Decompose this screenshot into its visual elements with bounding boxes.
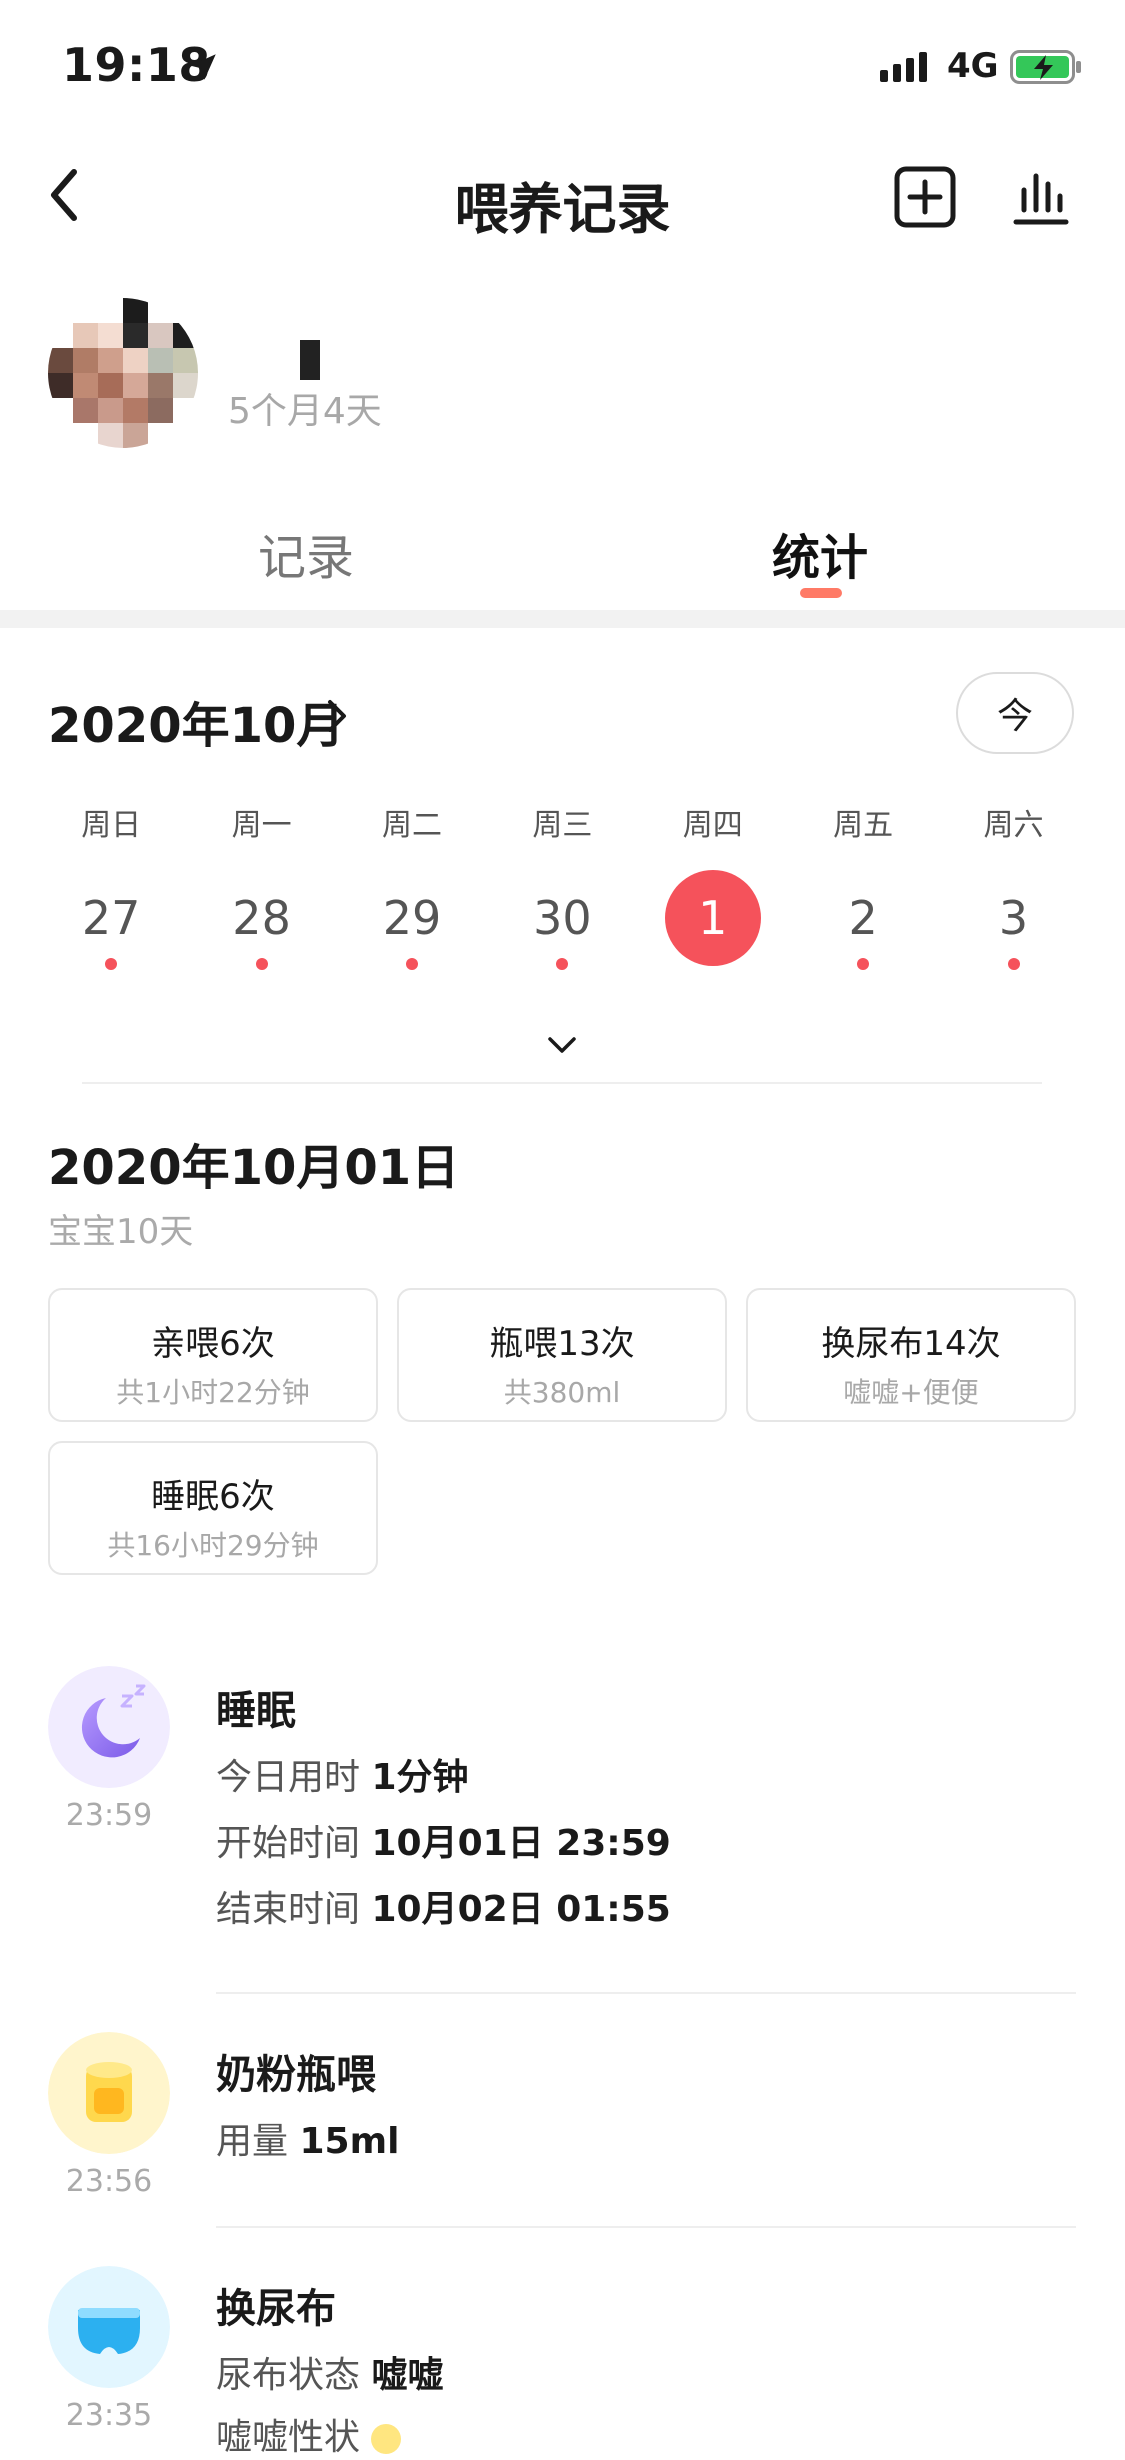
calendar-day[interactable]: 27 [36,870,186,980]
timeline-detail: 嘘嘘性状 [216,2408,402,2460]
baby-age-on-date: 宝宝10天 [48,1212,194,1252]
timeline-detail: 今日用时 1分钟 [216,1748,469,1800]
tab-record[interactable]: 记录 [156,518,456,588]
detail-label: 结束时间 [216,1889,361,1930]
record-dot [857,958,870,970]
detail-value: 10月01日 23:59 [371,1823,671,1864]
day-number: 30 [533,891,592,945]
calendar-day[interactable]: 30 [487,870,637,980]
pee-color-swatch [371,2424,402,2454]
network-type: 4G [947,46,999,86]
selected-date: 2020年10月01日 [48,1140,460,1196]
summary-card-sub: 共16小时29分钟 [107,1529,319,1562]
page-title: 喂养记录 [454,178,671,241]
baby-avatar[interactable] [48,298,198,448]
baby-name-redacted [300,340,320,380]
calendar-day-selected[interactable]: 1 [638,870,788,980]
calendar-week: 27 28 29 30 1 2 3 [36,870,1089,980]
weekday-label: 周五 [833,808,894,843]
day-number: 27 [81,891,141,945]
day-number: 1 [664,870,761,966]
record-dot [405,958,418,970]
day-number: 28 [232,891,291,945]
timeline-title: 睡眠 [216,1688,296,1734]
today-button[interactable]: 今 [956,672,1074,754]
chevron-right-icon[interactable] [322,696,352,736]
weekday-label: 周日 [81,808,142,843]
detail-label: 尿布状态 [216,2355,361,2396]
summary-card-diaper[interactable]: 换尿布14次 嘘嘘+便便 [746,1288,1076,1422]
calendar-day[interactable]: 2 [788,870,938,980]
weekday-label: 周六 [983,808,1044,843]
tab-statistics[interactable]: 统计 [670,518,970,588]
moon-sleep-icon [48,1666,170,1788]
detail-label: 开始时间 [216,1823,361,1864]
calendar-day[interactable]: 29 [337,870,487,980]
location-arrow-icon [190,54,216,80]
section-divider [0,610,1125,628]
summary-card-sleep[interactable]: 睡眠6次 共16小时29分钟 [48,1441,378,1575]
summary-card-title: 睡眠6次 [151,1477,275,1517]
timeline-detail: 结束时间 10月02日 01:55 [216,1880,671,1932]
day-number: 29 [382,891,442,945]
baby-age: 5个月4天 [228,391,382,432]
summary-card-sub: 共1小时22分钟 [116,1376,310,1409]
active-tab-indicator [800,588,842,598]
divider [216,2226,1076,2228]
timeline-detail: 开始时间 10月01日 23:59 [216,1814,671,1866]
divider [216,1992,1076,1994]
detail-label: 用量 [216,2121,289,2162]
divider [82,1082,1042,1084]
timeline-detail: 用量 15ml [216,2112,399,2164]
detail-label: 今日用时 [216,1757,361,1798]
timeline-title: 奶粉瓶喂 [216,2052,376,2098]
summary-card-sub: 共380ml [503,1376,621,1409]
summary-card-title: 瓶喂13次 [489,1324,635,1364]
summary-card-title: 亲喂6次 [151,1324,275,1364]
summary-card-sub: 嘘嘘+便便 [843,1376,979,1409]
weekday-label: 周二 [381,808,442,843]
day-number: 3 [998,891,1029,945]
detail-value: 1分钟 [371,1757,469,1798]
weekday-label: 周四 [682,808,743,843]
weekday-header: 周日 周一 周二 周三 周四 周五 周六 [36,800,1089,844]
record-dot [1007,958,1020,970]
record-dot [556,958,569,970]
calendar-day[interactable]: 28 [186,870,336,980]
summary-card-breastfeed[interactable]: 亲喂6次 共1小时22分钟 [48,1288,378,1422]
summary-card-bottle[interactable]: 瓶喂13次 共380ml [397,1288,727,1422]
detail-label: 嘘嘘性状 [216,2417,361,2458]
timeline-time: 23:35 [65,2398,153,2433]
timeline-detail: 尿布状态 嘘嘘 [216,2346,443,2398]
formula-bottle-icon [48,2032,170,2154]
expand-calendar-chevron-down-icon[interactable] [544,1030,580,1060]
summary-card-title: 换尿布14次 [821,1324,1001,1364]
statistics-chart-button[interactable] [1010,170,1070,226]
weekday-label: 周一 [231,808,292,843]
detail-value: 嘘嘘 [371,2355,444,2396]
signal-bars-icon [880,50,927,82]
detail-value: 10月02日 01:55 [371,1889,671,1930]
timeline-title: 换尿布 [216,2286,336,2332]
calendar-day[interactable]: 3 [938,870,1088,980]
record-dot [105,958,118,970]
add-record-button[interactable] [894,166,956,228]
weekday-label: 周三 [532,808,593,843]
timeline-time: 23:59 [65,1798,153,1833]
day-number: 2 [848,891,878,945]
detail-value: 15ml [299,2121,400,2162]
month-label[interactable]: 2020年10月 [48,686,344,756]
record-dot [255,958,268,970]
diaper-icon [48,2266,170,2388]
timeline-time: 23:56 [65,2164,153,2199]
battery-charging-icon [1010,50,1081,84]
